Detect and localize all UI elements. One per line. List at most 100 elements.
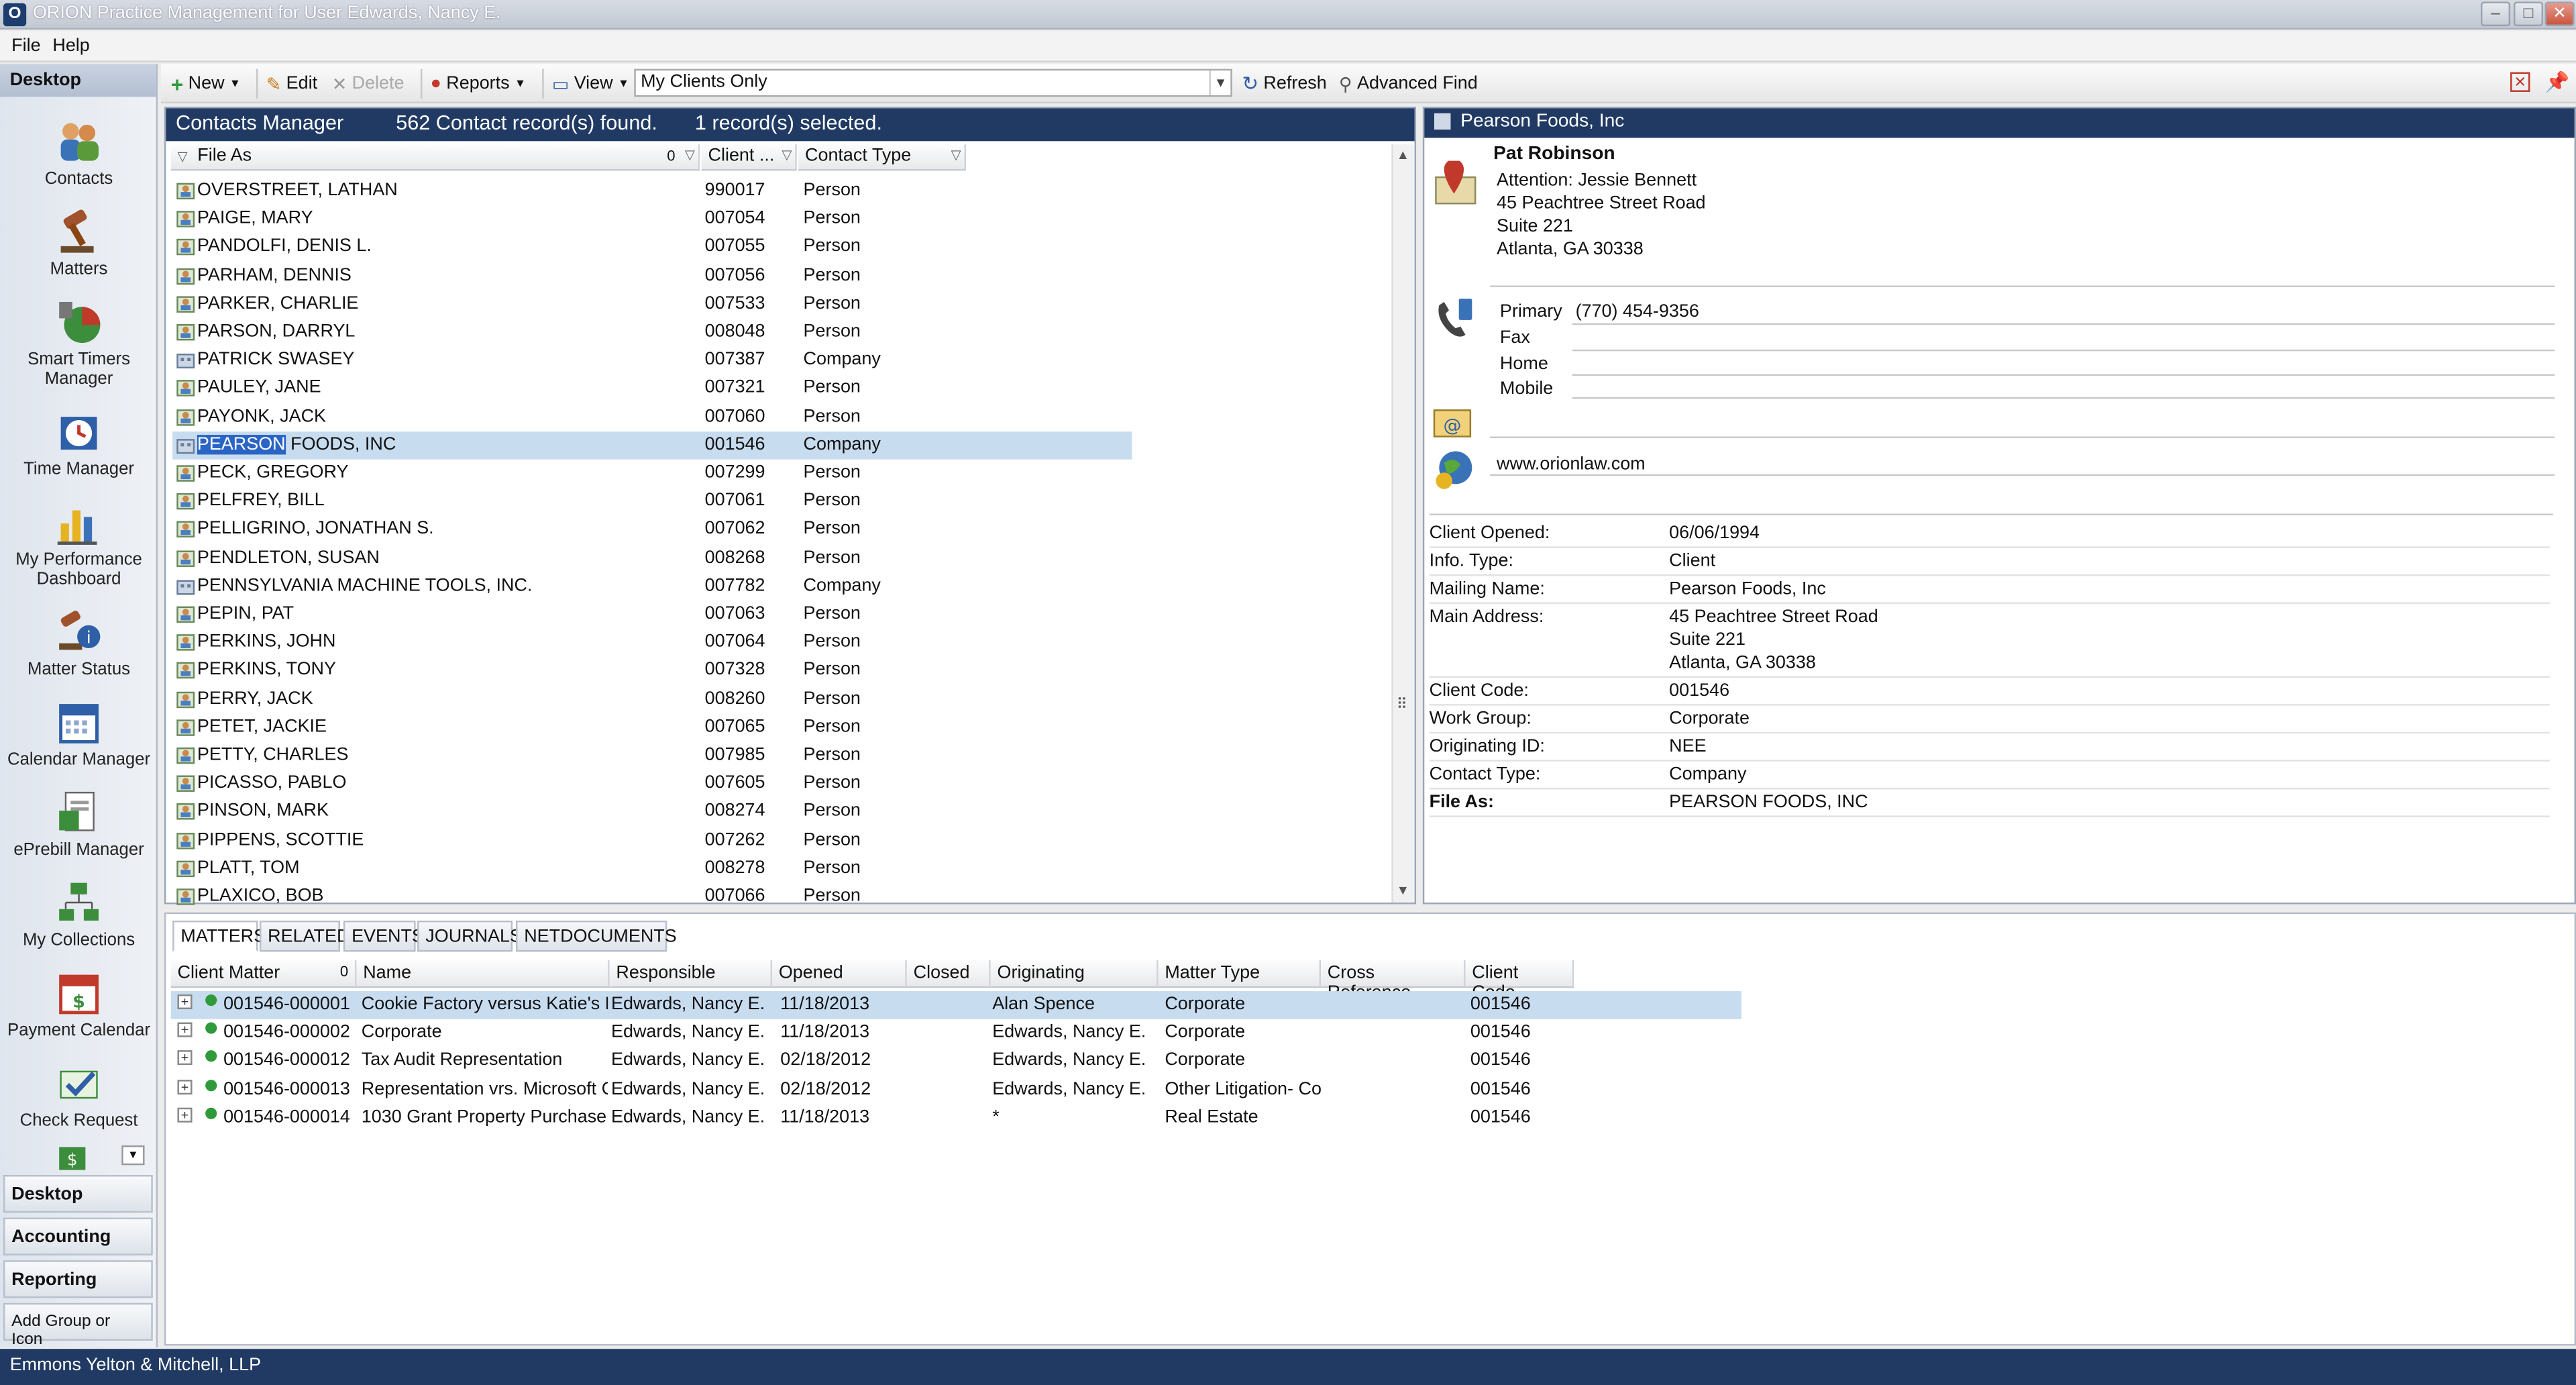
maximize-button[interactable]: □ — [2513, 1, 2544, 27]
tab-related[interactable]: RELATED — [259, 920, 350, 952]
close-window-button[interactable]: ✕ — [2544, 1, 2575, 27]
contact-row[interactable]: PERKINS, TONY 007328 Person — [172, 657, 1132, 685]
column-file-as[interactable]: ▽ File As 0 ▽ — [170, 144, 700, 171]
expand-row-icon[interactable]: + — [177, 1107, 193, 1123]
nav-item-payment-calendar[interactable]: $ Payment Calendar — [3, 968, 154, 1040]
grid-column-header[interactable]: Cross Reference — [1320, 960, 1466, 1003]
contact-row[interactable]: PATRICK SWASEY 007387 Company — [172, 346, 1132, 374]
contact-row[interactable]: PENDLETON, SUSAN 008268 Person — [172, 544, 1132, 572]
new-button[interactable]: + New ▼ — [171, 70, 241, 97]
grid-column-header[interactable]: Client Code — [1465, 960, 1574, 1003]
matter-row[interactable]: +001546-000014 1030 Grant Property Purcha… — [171, 1104, 1741, 1132]
website-link[interactable]: www.orionlaw.com — [1497, 454, 1646, 474]
filter-icon[interactable]: ▽ — [951, 148, 961, 162]
tab-journals[interactable]: JOURNALS — [417, 920, 522, 952]
nav-overflow-chevron-icon[interactable]: ▾ — [121, 1145, 145, 1166]
nav-item-performance-dashboard[interactable]: My Performance Dashboard — [3, 497, 154, 589]
contact-row[interactable]: PLAXICO, BOB 007066 Person — [172, 883, 1132, 911]
grid-column-header[interactable]: Closed — [906, 960, 991, 988]
contact-row[interactable]: PIPPENS, SCOTTIE 007262 Person — [172, 827, 1132, 855]
minimize-button[interactable]: – — [2480, 1, 2511, 27]
grid-column-header[interactable]: Name — [356, 960, 610, 988]
view-button[interactable]: ▭ View ▼ — [552, 70, 629, 97]
filter-icon[interactable]: ▽ — [177, 150, 187, 164]
matter-row[interactable]: +001546-000012 Tax Audit Representation Ed… — [171, 1047, 1741, 1076]
contact-type: Person — [803, 265, 861, 285]
contact-row[interactable]: PECK, GREGORY 007299 Person — [172, 460, 1132, 488]
add-group-button[interactable]: Add Group or Icon — [3, 1302, 153, 1349]
grid-column-header[interactable]: Opened — [772, 960, 907, 988]
menu-file[interactable]: File — [11, 36, 40, 56]
nav-item-eprebill-manager[interactable]: ePrebill Manager — [3, 788, 154, 860]
contact-row[interactable]: PLATT, TOM 008278 Person — [172, 855, 1132, 883]
tab-netdocuments[interactable]: NETDOCUMENTS — [515, 920, 677, 952]
contact-row[interactable]: PAULEY, JANE 007321 Person — [172, 375, 1132, 403]
scroll-grip-icon[interactable]: ⠿ — [1397, 696, 1407, 714]
contact-row[interactable]: PAIGE, MARY 007054 Person — [172, 205, 1132, 234]
contact-row[interactable]: PEPIN, PAT 007063 Person — [172, 601, 1132, 629]
matter-row[interactable]: +001546-000013 Representation vrs. Micros… — [171, 1076, 1741, 1104]
tab-events[interactable]: EVENTS — [343, 920, 424, 952]
nav-item-matter-status[interactable]: i Matter Status — [3, 607, 154, 679]
contact-client-code: 007062 — [704, 519, 765, 540]
expand-row-icon[interactable]: + — [177, 994, 193, 1009]
nav-item-my-collections[interactable]: My Collections — [3, 878, 154, 950]
contact-row[interactable]: PETET, JACKIE 007065 Person — [172, 713, 1132, 741]
filter-icon[interactable]: ▽ — [782, 148, 792, 162]
menu-help[interactable]: Help — [52, 36, 89, 56]
nav-group-desktop[interactable]: Desktop — [3, 1174, 153, 1213]
more-nav-icon[interactable]: $ — [56, 1144, 89, 1170]
grid-column-header[interactable]: Client Matter 0 — [170, 960, 357, 988]
grid-column-header[interactable]: Responsible — [609, 960, 773, 988]
dropdown-arrow-icon[interactable]: ▼ — [1209, 70, 1230, 95]
contact-row[interactable]: PEARSON FOODS, INC 001546 Company — [172, 431, 1132, 460]
nav-item-matters[interactable]: Matters — [3, 207, 154, 279]
scroll-up-icon[interactable]: ▲ — [1397, 148, 1409, 162]
refresh-button[interactable]: ↻ Refresh — [1242, 70, 1326, 97]
grid-column-header[interactable]: Matter Type — [1158, 960, 1321, 988]
tab-matters[interactable]: MATTERS — [172, 920, 266, 952]
nav-item-contacts[interactable]: Contacts — [3, 117, 154, 189]
contact-row[interactable]: PERKINS, JOHN 007064 Person — [172, 629, 1132, 657]
filter-icon[interactable]: ▽ — [685, 148, 695, 162]
contact-row[interactable]: PARHAM, DENNIS 007056 Person — [172, 262, 1132, 290]
contact-row[interactable]: PINSON, MARK 008274 Person — [172, 798, 1132, 826]
nav-item-time-manager[interactable]: Time Manager — [3, 407, 154, 479]
matter-row[interactable]: +001546-000002 Corporate Edwards, Nancy E.… — [171, 1019, 1741, 1047]
phone-value-primary[interactable]: (770) 454-9356 — [1576, 302, 1699, 321]
contact-row[interactable]: PELLIGRINO, JONATHAN S. 007062 Person — [172, 516, 1132, 544]
nav-item-calendar-manager[interactable]: Calendar Manager — [3, 697, 154, 770]
contact-row[interactable]: OVERSTREET, LATHAN 990017 Person — [172, 177, 1132, 205]
nav-item-check-request[interactable]: Check Request — [3, 1058, 154, 1131]
menu-bar: File Help — [0, 31, 2576, 62]
view-filter-select[interactable]: My Clients Only ▼ — [634, 68, 1232, 97]
matter-cell-matter: 001546-000013 — [223, 1079, 350, 1099]
expand-row-icon[interactable]: + — [177, 1051, 193, 1066]
column-client[interactable]: Client ... ▽ — [701, 144, 797, 171]
contact-row[interactable]: PELFREY, BILL 007061 Person — [172, 488, 1132, 516]
contact-row[interactable]: PARSON, DARRYL 008048 Person — [172, 318, 1132, 346]
contact-row[interactable]: PERRY, JACK 008260 Person — [172, 685, 1132, 713]
contacts-scrollbar[interactable]: ▲ ⠿ ▼ — [1391, 144, 1415, 903]
contact-row[interactable]: PETTY, CHARLES 007985 Person — [172, 741, 1132, 770]
contact-row[interactable]: PAYONK, JACK 007060 Person — [172, 403, 1132, 431]
contact-row[interactable]: PARKER, CHARLIE 007533 Person — [172, 290, 1132, 318]
advanced-find-button[interactable]: ⚲ Advanced Find — [1339, 70, 1478, 97]
column-contact-type[interactable]: Contact Type ▽ — [798, 144, 967, 171]
contact-row[interactable]: PENNSYLVANIA MACHINE TOOLS, INC. 007782 Co… — [172, 572, 1132, 601]
edit-button[interactable]: ✎ Edit — [266, 70, 317, 97]
delete-button[interactable]: ✕ Delete — [332, 70, 405, 97]
pin-icon[interactable]: 📌 — [2545, 70, 2570, 93]
nav-item-smart-timers[interactable]: Smart Timers Manager — [3, 297, 154, 389]
close-panel-icon[interactable]: ✕ — [2510, 72, 2530, 92]
contact-row[interactable]: PANDOLFI, DENIS L. 007055 Person — [172, 234, 1132, 262]
grid-column-header[interactable]: Originating — [990, 960, 1159, 988]
expand-row-icon[interactable]: + — [177, 1023, 193, 1038]
nav-group-accounting[interactable]: Accounting — [3, 1217, 153, 1255]
reports-button[interactable]: ● Reports ▼ — [431, 70, 526, 97]
nav-group-reporting[interactable]: Reporting — [3, 1260, 153, 1298]
expand-row-icon[interactable]: + — [177, 1079, 193, 1094]
matter-row[interactable]: +001546-000001 Cookie Factory versus Kati… — [170, 991, 1741, 1019]
contact-row[interactable]: PICASSO, PABLO 007605 Person — [172, 770, 1132, 798]
scroll-down-icon[interactable]: ▼ — [1397, 883, 1409, 898]
